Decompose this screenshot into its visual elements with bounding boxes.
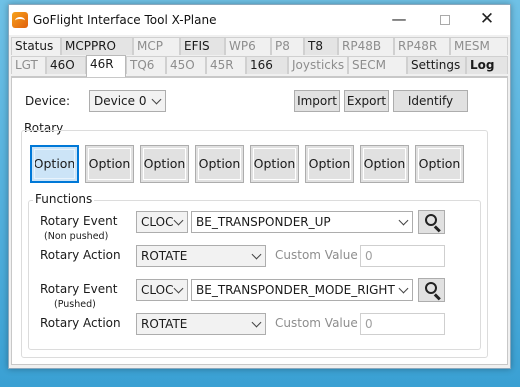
tab-mcppro[interactable]: MCPPRO [61, 37, 133, 55]
tab-tq6[interactable]: TQ6 [126, 56, 166, 74]
tab-joysticks[interactable]: Joysticks [288, 56, 348, 74]
tab-rp48r[interactable]: RP48R [394, 37, 450, 55]
device-select-value: Device 0 [94, 94, 147, 108]
tab-mesm[interactable]: MESM [450, 37, 508, 55]
close-icon[interactable]: ✕ [467, 5, 507, 35]
identify-button[interactable]: Identify [393, 90, 468, 112]
option-button[interactable]: Option [140, 145, 189, 183]
chevron-down-icon [173, 283, 184, 294]
rotary-event-label: Rotary Event [40, 282, 118, 296]
command-value: BE_TRANSPONDER_UP [196, 215, 331, 229]
custom-value-label: Custom Value [275, 248, 358, 262]
tab-t8[interactable]: T8 [304, 37, 338, 55]
direction-select[interactable]: CLOC [136, 279, 188, 301]
app-icon [12, 12, 28, 28]
option-button[interactable]: Option [415, 145, 464, 183]
option-button[interactable]: Option [30, 145, 79, 183]
tab-46o[interactable]: 46O [46, 56, 86, 74]
title-bar: GoFlight Interface Tool X-Plane — ✕ [9, 5, 510, 35]
command-select[interactable]: BE_TRANSPONDER_UP [191, 211, 413, 233]
chevron-down-icon [251, 317, 262, 328]
tab-log[interactable]: Log [466, 56, 508, 74]
window-title: GoFlight Interface Tool X-Plane [33, 13, 217, 27]
search-button[interactable] [418, 210, 445, 234]
tab-rp48b[interactable]: RP48B [338, 37, 394, 55]
tab-p8[interactable]: P8 [271, 37, 304, 55]
option-button[interactable]: Option [195, 145, 244, 183]
option-buttons: Option Option Option Option Option Optio… [30, 145, 480, 183]
device-label: Device: [25, 94, 71, 108]
tab-46r[interactable]: 46R [86, 55, 126, 77]
functions-group: Functions Rotary Event (Non pushed) CLOC… [28, 192, 481, 350]
custom-value-field[interactable]: 0 [360, 245, 445, 267]
tab-row-devices-2: LGT 46O 46R TQ6 45O 45R 166 Joysticks SE… [11, 55, 508, 77]
chevron-down-icon [398, 283, 409, 294]
tab-lgt[interactable]: LGT [11, 56, 46, 74]
tab-row-devices-1: Status MCPPRO MCP EFIS WP6 P8 T8 RP48B R… [11, 37, 508, 55]
direction-value: CLOC [141, 215, 174, 229]
command-select[interactable]: BE_TRANSPONDER_MODE_RIGHT [191, 279, 413, 301]
chevron-down-icon [151, 94, 162, 105]
app-window: GoFlight Interface Tool X-Plane — ✕ Stat… [8, 4, 511, 369]
direction-select[interactable]: CLOC [136, 211, 188, 233]
option-button[interactable]: Option [305, 145, 354, 183]
chevron-down-icon [251, 249, 262, 260]
tab-panel-46r: Device: Device 0 Import Export Identify … [11, 77, 508, 365]
tab-mcp[interactable]: MCP [133, 37, 180, 55]
tab-45r[interactable]: 45R [206, 56, 246, 74]
pushed-label: (Pushed) [54, 299, 96, 310]
chevron-down-icon [173, 215, 184, 226]
option-button[interactable]: Option [85, 145, 134, 183]
rotary-group: Option Option Option Option Option Optio… [21, 130, 488, 358]
import-button[interactable]: Import [294, 90, 340, 112]
custom-value-field[interactable]: 0 [360, 313, 445, 335]
action-value: ROTATE [141, 249, 188, 263]
action-select[interactable]: ROTATE [136, 245, 266, 267]
tab-efis[interactable]: EFIS [180, 37, 225, 55]
option-button[interactable]: Option [360, 145, 409, 183]
functions-title: Functions [33, 192, 95, 206]
tab-settings[interactable]: Settings [407, 56, 466, 74]
tab-wp6[interactable]: WP6 [225, 37, 271, 55]
command-value: BE_TRANSPONDER_MODE_RIGHT [196, 283, 395, 297]
maximize-icon[interactable] [425, 5, 465, 35]
rotary-action-label: Rotary Action [40, 248, 121, 262]
custom-value-label: Custom Value [275, 316, 358, 330]
search-button[interactable] [418, 278, 445, 302]
export-button[interactable]: Export [344, 90, 389, 112]
action-select[interactable]: ROTATE [136, 313, 266, 335]
tab-45o[interactable]: 45O [166, 56, 206, 74]
nonpushed-label: (Non pushed) [44, 231, 109, 242]
direction-value: CLOC [141, 283, 174, 297]
tab-status[interactable]: Status [11, 37, 61, 55]
tab-166[interactable]: 166 [246, 56, 288, 74]
rotary-event-label: Rotary Event [40, 214, 118, 228]
option-button[interactable]: Option [250, 145, 299, 183]
device-select[interactable]: Device 0 [89, 90, 166, 112]
action-value: ROTATE [141, 317, 188, 331]
chevron-down-icon [398, 215, 409, 226]
rotary-action-label: Rotary Action [40, 316, 121, 330]
minimize-icon[interactable]: — [379, 5, 419, 35]
tab-secm[interactable]: SECM [348, 56, 407, 74]
